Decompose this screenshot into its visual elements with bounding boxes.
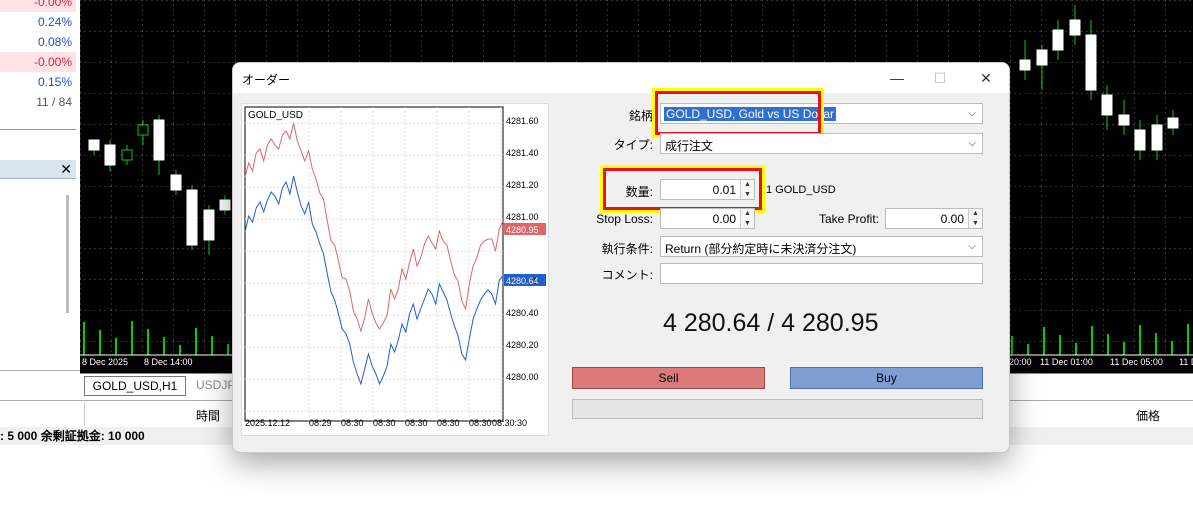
- execution-label: 執行条件:: [601, 242, 653, 256]
- take-profit-value: 0.00: [940, 212, 964, 226]
- divider: [84, 400, 85, 426]
- order-dialog: オーダー — ☐ ✕ GOLD_USD 4281.60 4281.40 4281…: [232, 62, 1010, 453]
- candle-body: [1118, 114, 1130, 126]
- y-tick-label: 4280.20: [506, 340, 539, 350]
- market-watch-count: 11 / 84: [36, 95, 72, 109]
- buy-button[interactable]: Buy: [790, 367, 983, 389]
- navigator-header: ✕: [0, 160, 76, 179]
- divider: [0, 370, 80, 371]
- chart-time-label: 20:00: [1009, 357, 1032, 367]
- decrement-icon[interactable]: ▼: [969, 219, 982, 229]
- y-tick-label: 4281.40: [506, 148, 539, 158]
- ask-price-label: 4280.95: [506, 225, 539, 235]
- stop-loss-label: Stop Loss:: [596, 212, 653, 226]
- y-tick-label: 4280.40: [506, 308, 539, 318]
- execution-value: Return (部分約定時に未決済分注文): [665, 242, 857, 256]
- candle-body: [137, 124, 149, 136]
- market-watch-change[interactable]: -0.00%: [0, 52, 76, 72]
- divider: [0, 129, 76, 130]
- candle-body: [1101, 94, 1113, 116]
- order-type-value: 成行注文: [665, 139, 714, 153]
- market-watch-change[interactable]: 0.24%: [0, 12, 76, 32]
- y-tick-label: 4281.00: [506, 212, 539, 222]
- chart-time-label: 11 Dec 05:00: [1110, 357, 1163, 367]
- market-watch-panel: -0.00% 0.24% 0.08% -0.00% 0.15% 11 / 84: [0, 0, 76, 130]
- highlight-frame-symbol: [652, 88, 824, 138]
- chevron-down-icon: ⌵: [968, 138, 976, 149]
- close-icon[interactable]: ✕: [60, 160, 72, 178]
- candle-body: [1167, 117, 1179, 129]
- chart-time-label: 8 Dec 14:00: [144, 357, 193, 367]
- x-tick-label: 08:30:30: [492, 418, 528, 428]
- chevron-down-icon: ⌵: [968, 108, 976, 119]
- blank-area: [0, 445, 1193, 532]
- x-tick-label: 08:30: [469, 418, 492, 428]
- tick-chart-canvas: [244, 106, 546, 422]
- chevron-down-icon: ⌵: [968, 241, 976, 252]
- x-tick-label: 2025.12.12: [245, 418, 291, 428]
- x-tick-label: 08:30: [341, 418, 364, 428]
- take-profit-label: Take Profit:: [818, 212, 879, 226]
- x-tick-label: 08:30: [437, 418, 460, 428]
- volume-unit: 1 GOLD_USD: [766, 184, 836, 196]
- candle-body: [1134, 129, 1146, 151]
- highlight-frame-volume: [600, 165, 765, 213]
- increment-icon[interactable]: ▲: [741, 209, 754, 219]
- decrement-icon[interactable]: ▼: [741, 219, 754, 229]
- x-tick-label: 08:29: [309, 418, 332, 428]
- candle-body: [1019, 59, 1031, 71]
- x-tick-label: 08:30: [373, 418, 396, 428]
- candle-body: [1036, 49, 1048, 66]
- candle-body: [104, 144, 116, 166]
- chart-time-label: 11 Dec 01:00: [1040, 357, 1093, 367]
- candle-body: [1052, 29, 1064, 51]
- take-profit-field[interactable]: 0.00 ▲ ▼: [885, 208, 983, 229]
- candle-body: [1069, 19, 1081, 36]
- candle-body: [203, 209, 215, 241]
- candle-body: [88, 139, 100, 151]
- symbol-label: 銘柄: [628, 109, 653, 123]
- comment-label: コメント:: [601, 268, 653, 282]
- candle-body: [219, 199, 231, 211]
- order-type-select[interactable]: 成行注文 ⌵: [660, 133, 983, 154]
- take-profit-stepper[interactable]: ▲ ▼: [968, 209, 982, 228]
- tab-gold-usd-h1[interactable]: GOLD_USD,H1: [84, 376, 186, 396]
- chart-time-label: 8 Dec 2025: [82, 357, 129, 367]
- stop-loss-stepper[interactable]: ▲ ▼: [740, 209, 754, 228]
- candle-body: [1085, 34, 1097, 91]
- column-header-time[interactable]: 時間: [196, 407, 220, 424]
- stop-loss-value: 0.00: [712, 212, 736, 226]
- column-header-price[interactable]: 価格: [1136, 407, 1160, 424]
- type-label: タイプ:: [613, 138, 653, 152]
- bid-price-label: 4280.64: [506, 276, 539, 286]
- navigator-scrollbar[interactable]: [66, 195, 69, 313]
- y-tick-label: 4280.00: [506, 372, 539, 382]
- close-icon[interactable]: ✕: [972, 67, 1000, 89]
- candle-body: [1151, 124, 1163, 151]
- market-watch-change[interactable]: 0.15%: [0, 72, 76, 92]
- progress-bar: [572, 399, 983, 419]
- y-tick-label: 4281.20: [506, 180, 539, 190]
- bid-ask-prices: 4 280.64 / 4 280.95: [663, 309, 879, 337]
- maximize-icon: ☐: [933, 70, 947, 86]
- tick-chart: GOLD_USD 4281.60 4281.40 4281.20 4281.00…: [241, 103, 549, 436]
- chart-time-label: 11 Dec: [1179, 357, 1193, 367]
- execution-select[interactable]: Return (部分約定時に未決済分注文) ⌵: [660, 236, 983, 257]
- candle-body: [186, 189, 198, 246]
- comment-input[interactable]: [660, 263, 983, 284]
- sell-button[interactable]: Sell: [572, 367, 765, 389]
- dialog-title: オーダー: [242, 73, 291, 87]
- y-tick-label: 4281.60: [506, 116, 539, 126]
- market-watch-change[interactable]: 0.08%: [0, 32, 76, 52]
- increment-icon[interactable]: ▲: [969, 209, 982, 219]
- minimize-icon[interactable]: —: [883, 67, 911, 89]
- dialog-titlebar[interactable]: オーダー — ☐ ✕: [233, 63, 1009, 93]
- candle-body: [170, 174, 182, 191]
- stop-loss-field[interactable]: 0.00 ▲ ▼: [660, 208, 755, 229]
- tick-chart-symbol: GOLD_USD: [248, 110, 304, 121]
- x-tick-label: 08:30: [405, 418, 428, 428]
- candle-body: [121, 149, 133, 161]
- candle-body: [153, 119, 165, 161]
- market-watch-change[interactable]: -0.00%: [0, 0, 76, 12]
